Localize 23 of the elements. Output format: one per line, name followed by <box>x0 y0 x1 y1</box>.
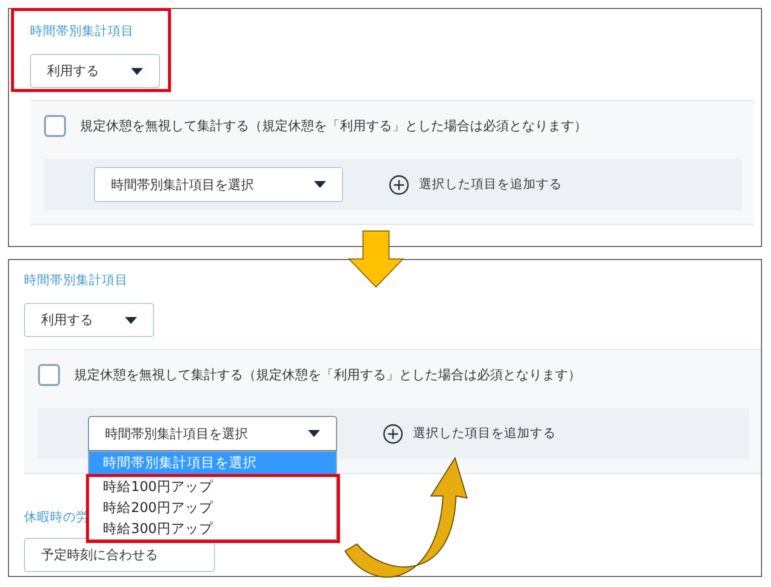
item-select[interactable]: 時間帯別集計項目を選択 <box>88 416 337 451</box>
plus-icon <box>383 424 403 444</box>
dropdown-option[interactable]: 時給200円アップ <box>89 498 337 519</box>
dropdown-option[interactable]: 時給300円アップ <box>89 519 337 540</box>
caret-icon <box>131 68 143 74</box>
checkbox-label: 規定休憩を無視して集計する（規定休憩を「利用する」とした場合は必須となります） <box>74 367 581 384</box>
plus-icon <box>389 174 409 194</box>
caret-icon <box>125 316 137 324</box>
add-item-link[interactable]: 選択した項目を追加する <box>383 424 556 444</box>
add-item-link[interactable]: 選択した項目を追加する <box>389 174 562 194</box>
section-title: 時間帯別集計項目 <box>24 271 129 289</box>
mode-select[interactable]: 利用する <box>30 54 160 88</box>
checkbox-label: 規定休憩を無視して集計する（規定休憩を「利用する」とした場合は必須となります） <box>80 118 587 135</box>
item-select[interactable]: 時間帯別集計項目を選択 <box>94 167 343 202</box>
caret-icon <box>308 430 320 437</box>
timing-select[interactable]: 予定時刻に合わせる <box>24 538 215 572</box>
dropdown-option[interactable]: 時給100円アップ <box>89 477 337 498</box>
checkbox[interactable] <box>38 364 60 386</box>
mode-select[interactable]: 利用する <box>24 303 154 337</box>
caret-icon <box>314 181 326 188</box>
down-arrow-icon <box>348 230 404 288</box>
section-title: 時間帯別集計項目 <box>30 22 135 40</box>
checkbox[interactable] <box>44 115 66 137</box>
